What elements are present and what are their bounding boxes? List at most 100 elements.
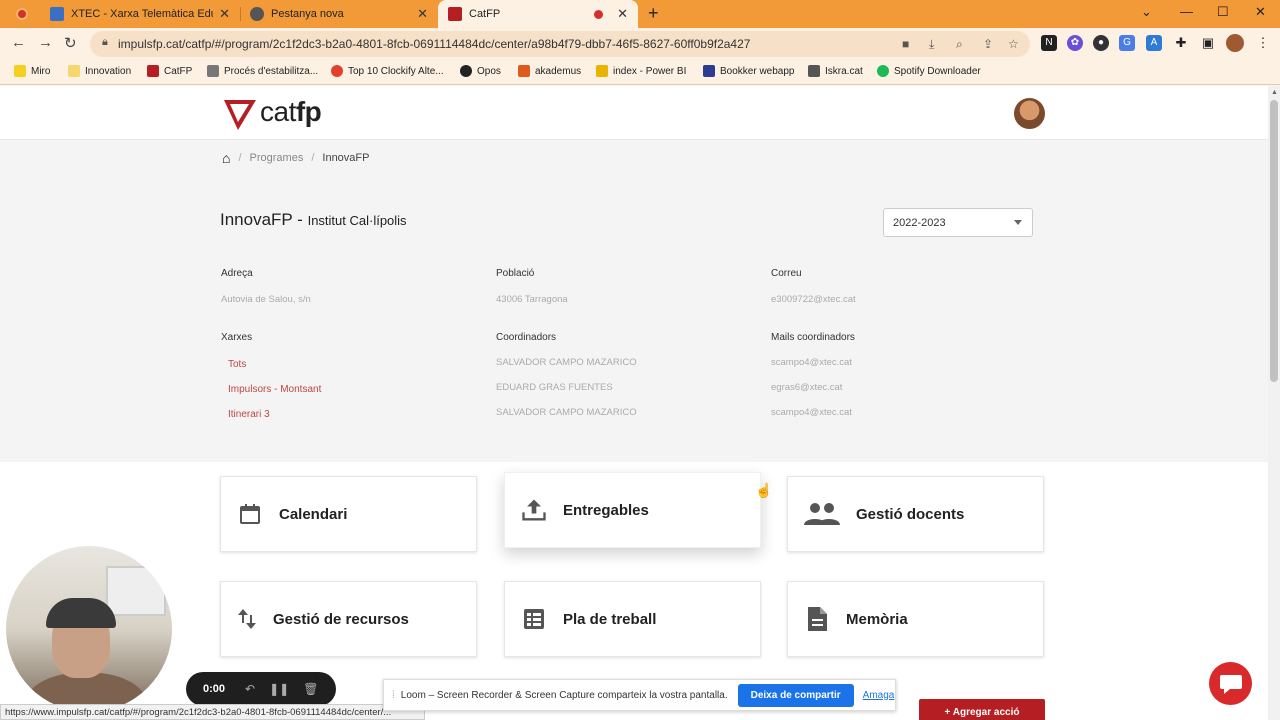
close-window-icon[interactable]: ✕ [1255, 4, 1266, 20]
bookmark-label: Miro [31, 65, 51, 77]
bookmark-proces[interactable]: Procés d'estabilitza... [207, 65, 318, 77]
home-icon[interactable]: ⌂ [222, 150, 230, 166]
undo-icon[interactable]: ↶ [245, 682, 255, 696]
card-calendari[interactable]: Calendari [220, 476, 477, 552]
iskra-icon [808, 65, 820, 77]
breadcrumb-current: InnovaFP [322, 152, 370, 164]
close-tab-icon[interactable]: ✕ [617, 6, 628, 22]
town-value: 43006 Tarragona [496, 294, 568, 305]
delete-icon[interactable]: 🗑︎ [303, 682, 318, 696]
bookmark-label: index - Power BI [613, 65, 687, 77]
minimize-icon[interactable]: — [1180, 4, 1193, 19]
chat-button[interactable] [1209, 662, 1252, 705]
breadcrumb-programes[interactable]: Programes [250, 152, 304, 164]
bookmark-clockify[interactable]: Top 10 Clockify Alte... [331, 65, 444, 77]
profile-avatar-icon[interactable] [1226, 34, 1244, 52]
share-icon[interactable]: ⇪ [983, 37, 993, 51]
address-bar[interactable]: 🔒︎ impulsfp.cat/catfp/#/program/2c1f2dc3… [90, 31, 1030, 57]
coordinator-mail: scampo4@xtec.cat [771, 357, 852, 368]
side-panel-icon[interactable]: ▣ [1200, 35, 1216, 51]
bookmark-label: Procés d'estabilitza... [224, 65, 319, 77]
network-item[interactable]: Tots [228, 359, 246, 370]
bookmark-akademus[interactable]: akademus [518, 65, 581, 77]
bookmark-spotify[interactable]: Spotify Downloader [877, 65, 981, 77]
browser-toolbar: ← → ↻ 🔒︎ impulsfp.cat/catfp/#/program/2c… [0, 28, 1280, 60]
screen-share-bar: ⁞ Loom – Screen Recorder & Screen Captur… [383, 679, 896, 711]
extension-badge-icon[interactable]: ✿ [1067, 35, 1083, 51]
shield-icon [703, 65, 715, 77]
catfp-logo-text[interactable]: catfp [260, 96, 322, 128]
bookmark-miro[interactable]: Miro [14, 65, 50, 77]
tab-title: CatFP [469, 8, 501, 20]
translate-extension-icon[interactable]: G [1119, 35, 1135, 51]
bookmark-label: Iskra.cat [825, 65, 863, 77]
address-url: impulsfp.cat/catfp/#/program/2c1f2dc3-b2… [118, 37, 751, 51]
bookmark-opos[interactable]: Opos [460, 65, 501, 77]
bookmark-label: Spotify Downloader [894, 65, 981, 77]
page-scrollbar[interactable]: ▲ [1268, 86, 1280, 720]
scroll-up-icon[interactable]: ▲ [1271, 89, 1278, 96]
tab-xtec[interactable]: XTEC - Xarxa Telemàtica Educatiu ✕ [40, 0, 240, 28]
bookmark-bookker[interactable]: Bookker webapp [703, 65, 795, 77]
bookmark-catfp[interactable]: CatFP [147, 65, 192, 77]
new-tab-plus-icon[interactable]: + [648, 3, 659, 24]
menu-kebab-icon[interactable]: ⋮ [1255, 35, 1271, 51]
card-gestio-docents[interactable]: Gestió docents [787, 476, 1044, 552]
hide-share-bar-link[interactable]: Amaga [863, 690, 895, 701]
spotify-icon [877, 65, 889, 77]
back-icon[interactable]: ← [11, 34, 26, 51]
tab-search-chevron-icon[interactable]: ⌄ [1141, 4, 1152, 20]
drag-handle-icon[interactable]: ⁞ [392, 690, 395, 701]
scroll-thumb[interactable] [1270, 100, 1278, 382]
bookmark-iskra[interactable]: Iskra.cat [808, 65, 863, 77]
card-entregables[interactable]: Entregables [504, 472, 761, 548]
network-item[interactable]: Impulsors - Montsant [228, 384, 321, 395]
network-item[interactable]: Itinerari 3 [228, 409, 270, 420]
stop-sharing-button[interactable]: Deixa de compartir [737, 683, 854, 707]
camera-icon[interactable]: ■ [902, 37, 909, 51]
bookmark-label: Top 10 Clockify Alte... [348, 65, 444, 77]
card-memoria[interactable]: Memòria [787, 581, 1044, 657]
catfp-logo-icon[interactable] [222, 96, 258, 132]
tab-catfp[interactable]: CatFP ✕ [438, 0, 638, 28]
maximize-icon[interactable]: ☐ [1217, 4, 1229, 20]
recording-indicator-icon [16, 8, 28, 20]
forward-icon[interactable]: → [38, 34, 53, 51]
webcam-bubble[interactable] [6, 546, 172, 712]
card-label: Gestió de recursos [273, 610, 409, 628]
close-tab-icon[interactable]: ✕ [417, 6, 428, 22]
zoom-icon[interactable]: ⌕ [956, 37, 963, 52]
card-pla-treball[interactable]: Pla de treball [504, 581, 761, 657]
card-label: Pla de treball [563, 610, 657, 628]
pause-icon[interactable]: ❚❚ [269, 682, 289, 696]
calendar-icon [235, 499, 265, 529]
swap-vertical-icon [235, 604, 259, 634]
coordinator-name: SALVADOR CAMPO MAZARICO [496, 407, 637, 418]
logo-bold-text: fp [295, 96, 322, 127]
networks-label: Xarxes [221, 332, 253, 343]
extensions-puzzle-icon[interactable]: ✚ [1173, 35, 1189, 51]
powerbi-icon [596, 65, 608, 77]
tab-new-tab[interactable]: Pestanya nova ✕ [240, 0, 438, 28]
card-label: Gestió docents [856, 505, 965, 523]
card-gestio-recursos[interactable]: Gestió de recursos [220, 581, 477, 657]
bookmark-label: Bookker webapp [720, 65, 795, 77]
close-tab-icon[interactable]: ✕ [219, 6, 230, 22]
year-select[interactable]: 2022-2023 [883, 208, 1033, 237]
card-label: Memòria [846, 610, 908, 628]
dictionary-extension-icon[interactable]: A [1146, 35, 1162, 51]
bookmark-powerbi[interactable]: index - Power BI [596, 65, 686, 77]
email-label: Correu [771, 268, 802, 279]
notion-extension-icon[interactable]: N [1041, 35, 1057, 51]
browser-tab-strip: XTEC - Xarxa Telemàtica Educatiu ✕ Pesta… [0, 0, 1280, 28]
extension-icon[interactable]: ● [1093, 35, 1109, 51]
user-avatar[interactable] [1014, 98, 1045, 129]
add-action-button[interactable]: + Agregar acció [919, 699, 1045, 720]
document-icon [207, 65, 219, 77]
bookmark-innovation[interactable]: Innovation [68, 65, 131, 77]
install-icon[interactable]: ⤓ [929, 37, 934, 52]
bookmark-star-icon[interactable]: ☆ [1008, 37, 1019, 51]
upload-icon [519, 495, 549, 525]
lock-icon: 🔒︎ [102, 36, 108, 48]
reload-icon[interactable]: ↻ [64, 34, 77, 52]
